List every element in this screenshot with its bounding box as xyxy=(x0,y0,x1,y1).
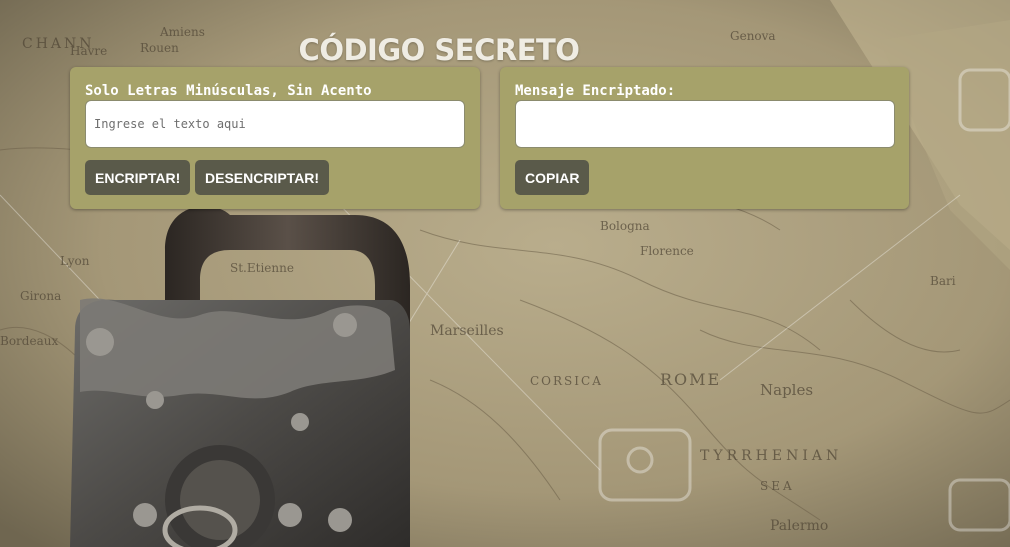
svg-text:Palermo: Palermo xyxy=(770,518,828,534)
encrypt-button[interactable]: ENCRIPTAR! xyxy=(85,160,191,195)
svg-text:Girona: Girona xyxy=(20,289,61,303)
svg-text:Bordeaux: Bordeaux xyxy=(0,334,58,348)
decrypt-button[interactable]: DESENCRIPTAR! xyxy=(195,160,330,195)
svg-text:Florence: Florence xyxy=(640,244,694,258)
output-label: Mensaje Encriptado: xyxy=(515,83,676,99)
output-panel: Mensaje Encriptado: COPIAR xyxy=(500,67,909,209)
svg-text:St.Etienne: St.Etienne xyxy=(230,261,294,275)
copy-button[interactable]: COPIAR xyxy=(515,160,590,195)
svg-text:ROME: ROME xyxy=(660,370,721,389)
svg-text:Marseilles: Marseilles xyxy=(430,323,504,339)
input-label: Solo Letras Minúsculas, Sin Acento xyxy=(85,83,372,99)
input-panel: Solo Letras Minúsculas, Sin Acento ENCRI… xyxy=(70,67,480,209)
encrypted-output-field[interactable] xyxy=(515,100,895,148)
page-title: CÓDIGO SECRETO xyxy=(298,33,580,68)
svg-text:Lyon: Lyon xyxy=(60,254,90,268)
svg-text:Bari: Bari xyxy=(930,274,956,288)
svg-text:Naples: Naples xyxy=(760,381,813,399)
svg-text:TYRRHENIAN: TYRRHENIAN xyxy=(700,448,842,464)
svg-text:Bologna: Bologna xyxy=(600,219,650,233)
text-input[interactable] xyxy=(85,100,465,148)
svg-text:CORSICA: CORSICA xyxy=(530,374,603,388)
svg-text:SEA: SEA xyxy=(760,479,795,493)
